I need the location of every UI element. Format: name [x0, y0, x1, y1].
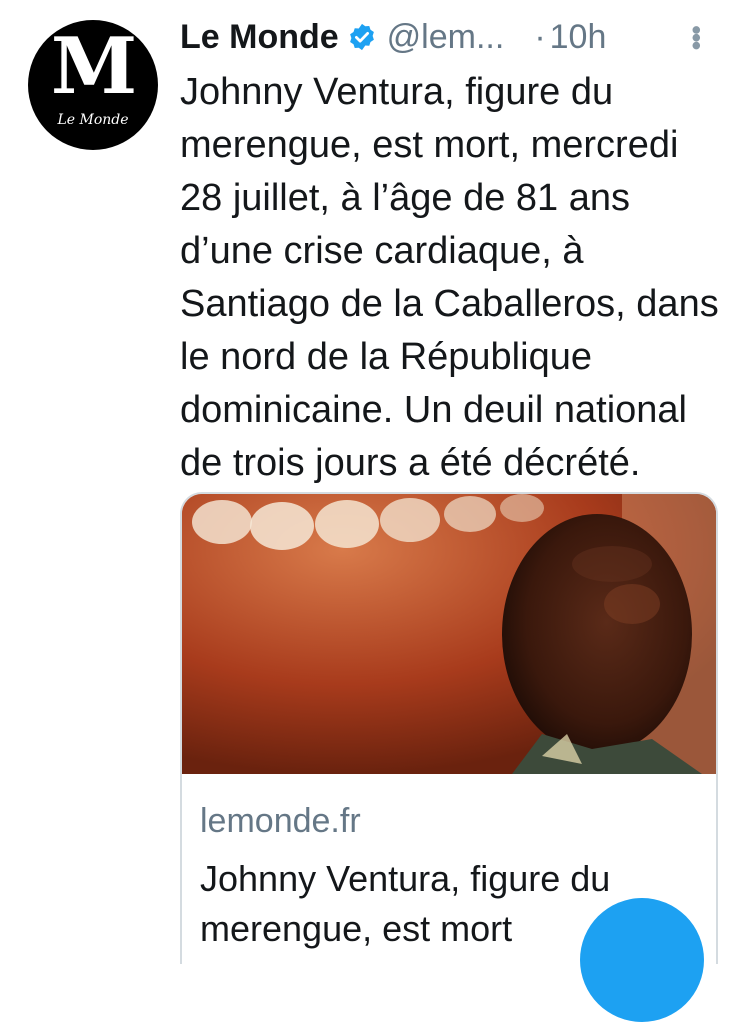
timestamp[interactable]: 10h	[550, 18, 607, 57]
separator-dot: ·	[534, 17, 546, 56]
link-card[interactable]: lemonde.fr Johnny Ventura, figure du mer…	[180, 492, 718, 964]
verified-badge-icon	[347, 22, 377, 52]
tweet-text: Johnny Ventura, figure du merengue, est …	[180, 71, 719, 484]
compose-tweet-button[interactable]	[580, 898, 704, 1022]
tweet-header: Le Monde @lem... · 10h •••	[180, 14, 712, 60]
author-handle[interactable]: @lem...	[387, 18, 505, 57]
link-card-image	[182, 494, 716, 774]
avatar-brand: Le Monde	[57, 112, 129, 128]
avatar[interactable]: M Le Monde	[28, 20, 158, 150]
author-name[interactable]: Le Monde	[180, 18, 339, 57]
avatar-logo: M	[50, 21, 137, 112]
more-vertical-icon[interactable]: •••	[680, 25, 712, 48]
link-card-domain: lemonde.fr	[200, 802, 361, 840]
